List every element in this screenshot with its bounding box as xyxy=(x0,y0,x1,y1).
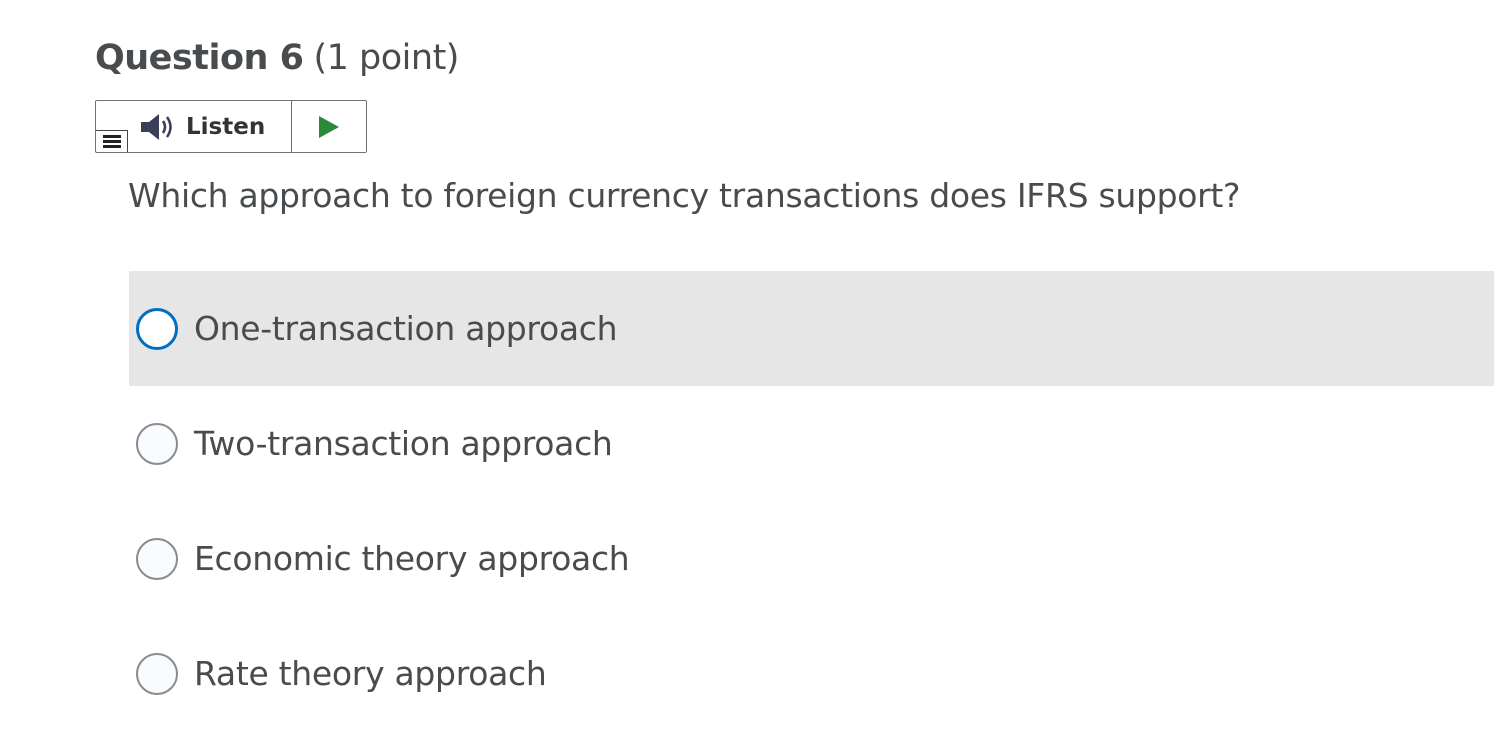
listen-widget: Listen xyxy=(95,100,367,153)
play-icon xyxy=(319,115,339,138)
radio-button[interactable] xyxy=(136,652,178,695)
option-rate-theory[interactable]: Rate theory approach xyxy=(129,616,1494,731)
question-points: (1 point) xyxy=(313,38,459,78)
option-economic-theory[interactable]: Economic theory approach xyxy=(129,501,1494,616)
option-label: Economic theory approach xyxy=(194,539,630,578)
menu-icon xyxy=(102,134,121,148)
option-label: One-transaction approach xyxy=(194,309,618,348)
speaker-icon xyxy=(141,113,172,140)
question-text: Which approach to foreign currency trans… xyxy=(128,176,1241,215)
listen-label: Listen xyxy=(186,113,266,140)
radio-button[interactable] xyxy=(136,307,178,350)
option-two-transaction[interactable]: Two-transaction approach xyxy=(129,386,1494,501)
question-title: Question 6 xyxy=(95,38,304,78)
radio-button[interactable] xyxy=(136,537,178,580)
option-one-transaction[interactable]: One-transaction approach xyxy=(129,271,1494,386)
radio-button[interactable] xyxy=(136,422,178,465)
play-button[interactable] xyxy=(292,101,366,152)
option-label: Two-transaction approach xyxy=(194,424,613,463)
option-label: Rate theory approach xyxy=(194,654,547,693)
listen-menu-button[interactable] xyxy=(96,130,128,152)
answer-options: One-transaction approach Two-transaction… xyxy=(129,271,1494,731)
question-header: Question 6 (1 point) xyxy=(95,38,459,86)
